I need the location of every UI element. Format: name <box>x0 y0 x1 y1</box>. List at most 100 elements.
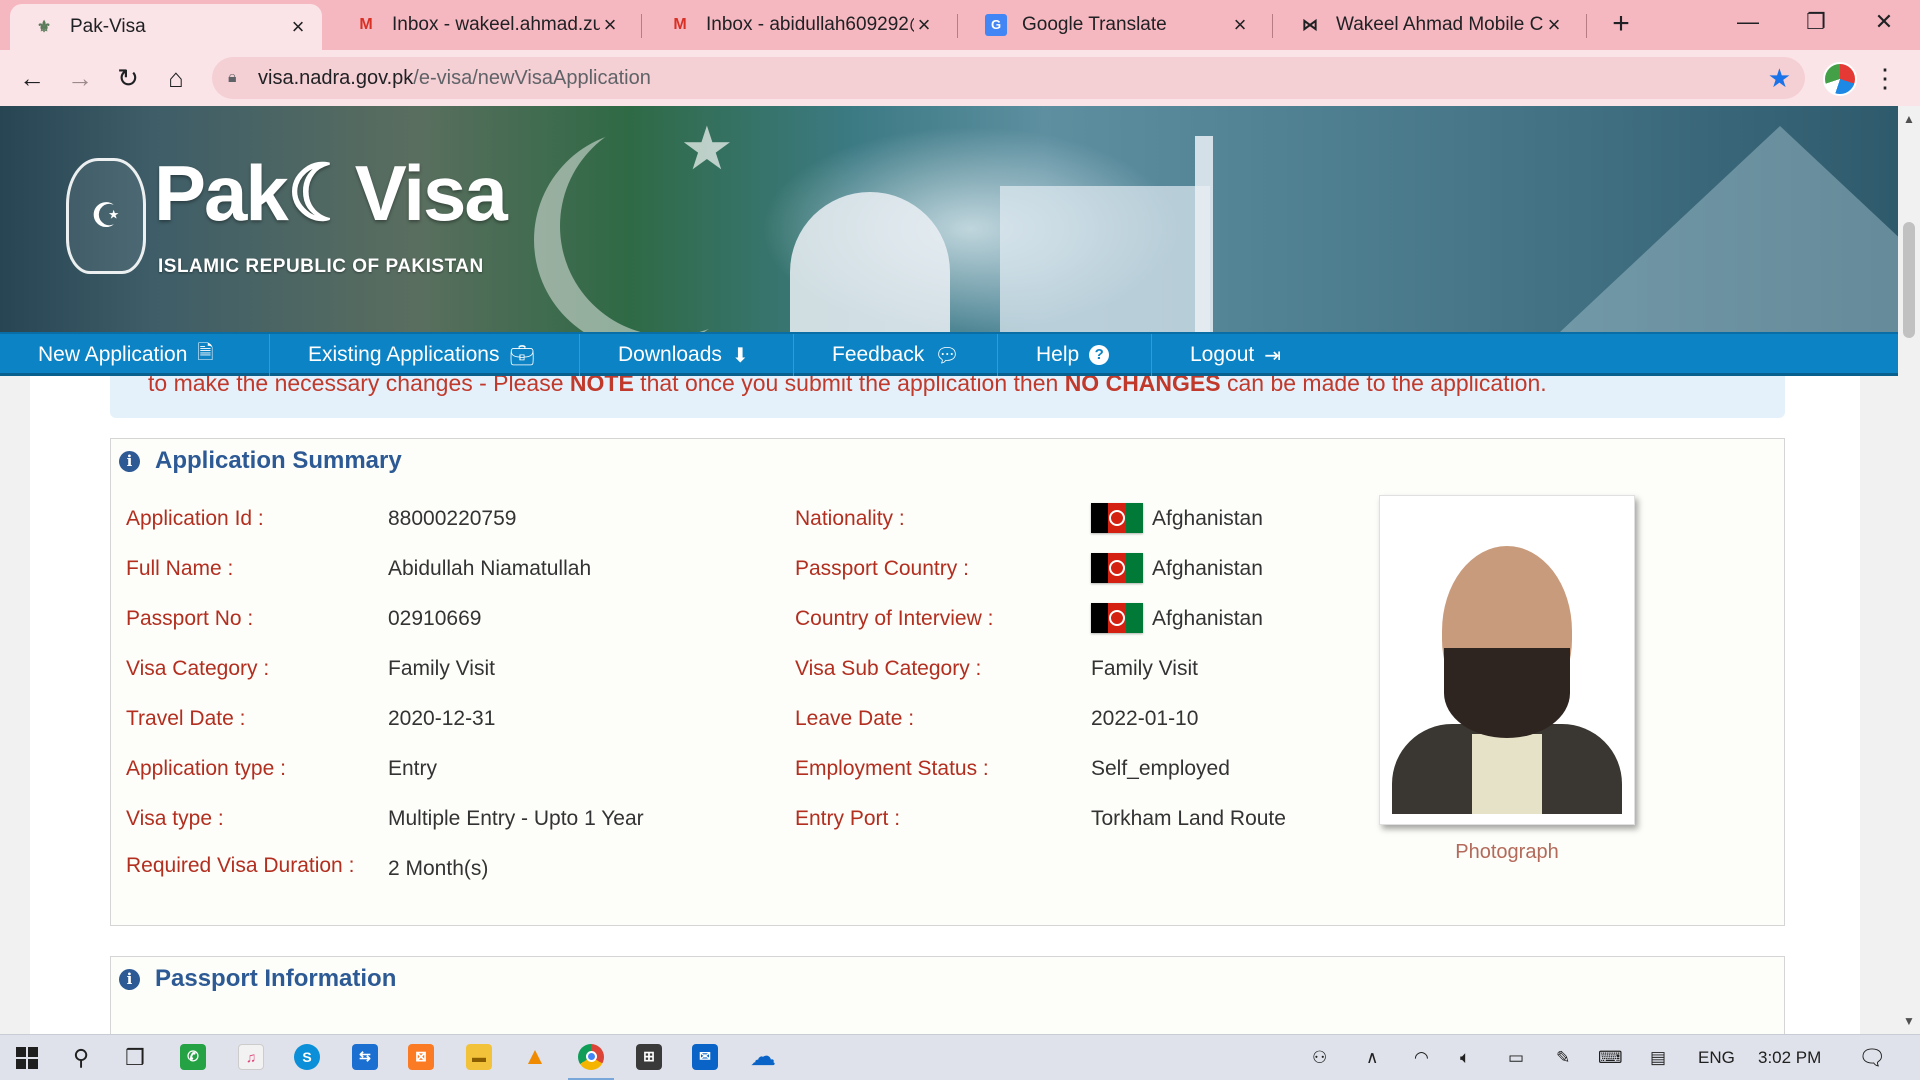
mountain-graphic <box>1560 126 1898 332</box>
tab-separator <box>641 14 642 38</box>
nav-logout[interactable]: Logout ⇥ <box>1152 334 1332 376</box>
reload-button[interactable]: ↻ <box>110 60 146 96</box>
chat-bubble-icon: 💬︎ <box>934 344 960 367</box>
search-icon[interactable]: ⚲ <box>58 1035 104 1080</box>
desktop-icon[interactable]: ▤ <box>1650 1035 1666 1080</box>
fort-graphic <box>1000 186 1210 332</box>
visa-sub-category-value: Family Visit <box>1091 657 1198 680</box>
restore-button[interactable]: ❐ <box>1786 4 1846 40</box>
new-tab-button[interactable]: + <box>1604 8 1638 42</box>
application-id-value: 88000220759 <box>388 507 517 530</box>
forward-button[interactable]: → <box>62 60 98 96</box>
teamviewer-icon[interactable]: ⇆ <box>342 1035 388 1080</box>
tab-google-translate[interactable]: G Google Translate × <box>962 0 1264 50</box>
nav-downloads[interactable]: Downloads ⬇ <box>580 334 794 376</box>
page-scrollbar[interactable]: ▲ ▼ <box>1898 106 1920 1034</box>
panel-heading: i Application Summary <box>119 447 402 475</box>
mail-icon[interactable]: ✉ <box>682 1035 728 1080</box>
pak-visa-logo[interactable]: ☪ Pak☾Visa ISLAMIC REPUBLIC OF PAKISTAN <box>66 148 508 298</box>
whatsapp-icon[interactable]: ✆ <box>170 1035 216 1080</box>
header-banner: ★ ☪ Pak☾Visa ISLAMIC REPUBLIC OF PAKISTA… <box>0 106 1898 332</box>
bookmark-star-icon[interactable]: ★ <box>1768 63 1791 94</box>
xampp-icon[interactable]: ⊠ <box>398 1035 444 1080</box>
volume-icon[interactable]: 🔈︎ <box>1460 1035 1470 1080</box>
nationality-value: Afghanistan <box>1152 507 1263 530</box>
tab-gmail-2[interactable]: M Inbox - abidullah609292@g × <box>646 0 948 50</box>
address-bar[interactable]: 🔒︎ visa.nadra.gov.pk/e-visa/newVisaAppli… <box>212 57 1805 99</box>
nav-label: Logout <box>1190 343 1255 366</box>
info-icon: i <box>119 968 140 990</box>
url-host: visa.nadra.gov.pk <box>258 66 414 89</box>
tab-pak-visa[interactable]: ⚜ Pak-Visa × <box>10 4 322 50</box>
url-text: visa.nadra.gov.pk/e-visa/newVisaApplicat… <box>258 67 651 90</box>
nav-feedback[interactable]: Feedback 💬︎ <box>794 334 998 376</box>
main-content: to make the necessary changes - Please N… <box>30 346 1860 1034</box>
people-icon[interactable]: ⚇ <box>1312 1035 1327 1080</box>
close-tab-icon[interactable]: × <box>1230 12 1250 38</box>
show-hidden-icons-icon[interactable]: ∧ <box>1366 1035 1378 1080</box>
nav-label: Existing Applications <box>308 343 500 366</box>
task-view-icon[interactable]: ❒ <box>112 1035 158 1080</box>
field-label: Visa Category : <box>126 657 270 680</box>
field-label: Passport No : <box>126 607 254 630</box>
photo-beard <box>1444 648 1570 738</box>
applicant-photo <box>1392 508 1622 814</box>
close-window-button[interactable]: ✕ <box>1854 4 1914 40</box>
close-tab-icon[interactable]: × <box>914 12 934 38</box>
vlc-icon[interactable]: ▲ <box>512 1035 558 1080</box>
pen-icon[interactable]: ✎ <box>1556 1035 1570 1080</box>
field-label: Leave Date : <box>795 707 915 730</box>
clock-time[interactable]: 3:02 PM <box>1758 1035 1821 1080</box>
close-tab-icon[interactable]: × <box>600 12 620 38</box>
nav-label: Help <box>1036 343 1080 366</box>
photo-shirt <box>1472 734 1542 814</box>
onedrive-icon[interactable]: ☁ <box>740 1035 786 1080</box>
chrome-icon[interactable] <box>568 1035 614 1080</box>
nav-existing-applications[interactable]: Existing Applications 💼︎ <box>270 334 580 376</box>
web-page: ★ ☪ Pak☾Visa ISLAMIC REPUBLIC OF PAKISTA… <box>0 106 1898 1034</box>
lock-icon[interactable]: 🔒︎ <box>228 69 258 87</box>
battery-icon[interactable]: ▭ <box>1508 1035 1524 1080</box>
language-indicator[interactable]: ENG <box>1698 1035 1735 1080</box>
scrollbar-thumb[interactable] <box>1903 222 1915 338</box>
minimize-button[interactable]: — <box>1718 4 1778 40</box>
pak-emblem-icon: ⚜ <box>36 19 52 36</box>
scroll-up-arrow-icon[interactable]: ▲ <box>1903 112 1915 126</box>
profile-avatar[interactable] <box>1823 62 1857 96</box>
touch-keyboard-icon[interactable]: ⌨ <box>1598 1035 1623 1080</box>
nav-label: Feedback <box>832 343 925 366</box>
browser-menu-icon[interactable]: ⋮ <box>1872 60 1898 96</box>
close-tab-icon[interactable]: × <box>288 14 308 40</box>
tab-wakeel-ahmad[interactable]: ⋈ Wakeel Ahmad Mobile Cen × <box>1276 0 1578 50</box>
visa-type-value: Multiple Entry - Upto 1 Year <box>388 807 644 830</box>
document-icon: 🗎 <box>197 342 214 364</box>
tab-title: Google Translate <box>1022 14 1167 35</box>
afghanistan-flag-icon <box>1091 553 1143 583</box>
skype-icon[interactable]: S <box>284 1035 330 1080</box>
microsoft-store-icon[interactable]: ⊞ <box>626 1035 672 1080</box>
field-label: Entry Port : <box>795 807 901 830</box>
google-translate-icon: G <box>984 13 1008 37</box>
main-nav-bar: New Application 🗎 Existing Applications … <box>0 332 1898 376</box>
back-button[interactable]: ← <box>14 60 50 96</box>
browser-toolbar: ← → ↻ ⌂ 🔒︎ visa.nadra.gov.pk/e-visa/newV… <box>0 50 1920 106</box>
afghanistan-flag-icon <box>1091 603 1143 633</box>
windows-start-icon[interactable] <box>4 1035 50 1080</box>
home-button[interactable]: ⌂ <box>158 60 194 96</box>
close-tab-icon[interactable]: × <box>1544 12 1564 38</box>
tab-gmail-1[interactable]: M Inbox - wakeel.ahmad.zural × <box>332 0 634 50</box>
nav-label: Downloads <box>618 343 722 366</box>
itunes-icon[interactable]: ♫ <box>228 1035 274 1080</box>
travel-date-value: 2020-12-31 <box>388 707 496 730</box>
nav-new-application[interactable]: New Application 🗎 <box>0 334 270 376</box>
notifications-icon[interactable]: 🗨︎ <box>1858 1035 1886 1080</box>
field-label: Nationality : <box>795 507 905 530</box>
panel-title: Passport Information <box>155 965 397 992</box>
gmail-icon: M <box>359 16 373 33</box>
wifi-icon[interactable]: ◠ <box>1414 1035 1429 1080</box>
nav-help[interactable]: Help ? <box>998 334 1152 376</box>
scroll-down-arrow-icon[interactable]: ▼ <box>1903 1014 1915 1028</box>
passport-information-panel: i Passport Information <box>110 956 1785 1034</box>
file-explorer-icon[interactable]: ▬ <box>456 1035 502 1080</box>
tab-title: Pak-Visa <box>70 16 146 37</box>
